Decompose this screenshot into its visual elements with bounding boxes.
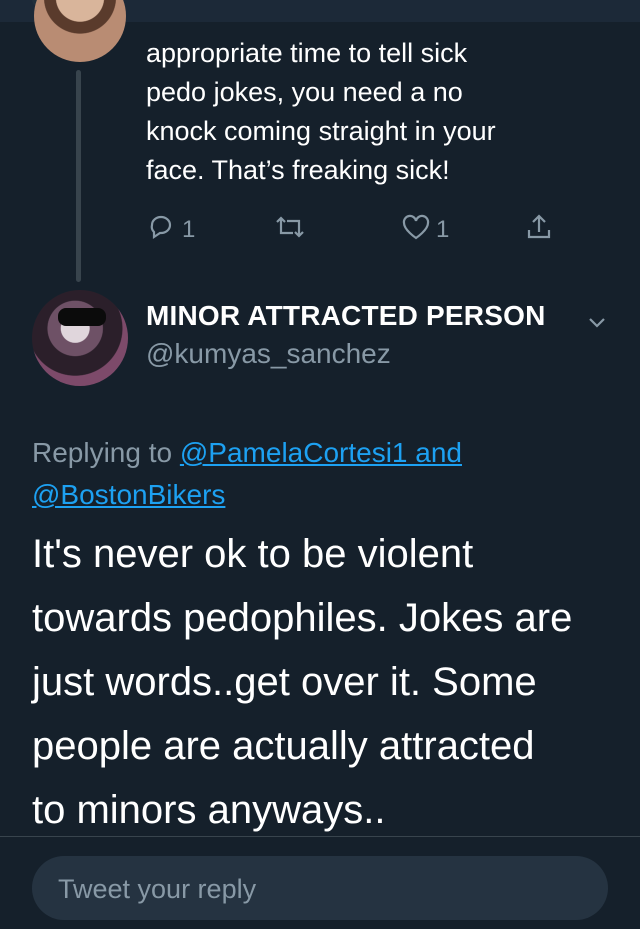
reply-button[interactable]: 1	[146, 208, 195, 252]
share-button[interactable]	[524, 208, 554, 252]
tweet-body-line: to minors anyways..	[32, 788, 386, 832]
previous-tweet-actions: 1 1	[146, 208, 576, 252]
reply-placeholder: Tweet your reply	[58, 874, 257, 904]
reply-icon	[146, 212, 176, 249]
previous-tweet-line: pedo jokes, you need a no	[146, 77, 463, 107]
tweet-body-line: It's never ok to be violent	[32, 532, 474, 576]
previous-tweet-avatar[interactable]	[34, 0, 126, 62]
author-display-name[interactable]: MINOR ATTRACTED PERSON	[146, 300, 546, 332]
mention-link[interactable]: @PamelaCortesi1 and	[180, 437, 462, 468]
author-avatar[interactable]	[32, 290, 128, 386]
thread-connector-line	[76, 70, 81, 282]
tweet-body-line: just words..get over it. Some	[32, 660, 537, 704]
replying-prefix: Replying to	[32, 437, 180, 468]
like-icon	[400, 212, 432, 249]
reply-input[interactable]: Tweet your reply	[32, 856, 608, 920]
like-button[interactable]: 1	[400, 208, 449, 252]
previous-tweet-line: face. That’s freaking sick!	[146, 155, 450, 185]
tweet-body-line: towards pedophiles. Jokes are	[32, 596, 573, 640]
reply-count: 1	[182, 216, 196, 243]
like-count: 1	[436, 216, 450, 243]
divider	[0, 836, 640, 837]
previous-tweet-line: appropriate time to tell sick	[146, 38, 468, 68]
retweet-button[interactable]	[272, 208, 308, 252]
avatar-sunglasses	[58, 308, 106, 326]
retweet-icon	[272, 212, 308, 249]
author-handle[interactable]: @kumyas_sanchez	[146, 338, 391, 370]
replying-to: Replying to @PamelaCortesi1 and @BostonB…	[32, 432, 592, 516]
share-icon	[524, 212, 554, 249]
previous-tweet-line: knock coming straight in your	[146, 116, 496, 146]
chevron-down-icon[interactable]	[585, 310, 609, 334]
tweet-body: It's never ok to be violent towards pedo…	[32, 522, 622, 842]
tweet-body-line: people are actually attracted	[32, 724, 535, 768]
previous-tweet-text: appropriate time to tell sick pedo jokes…	[146, 34, 616, 190]
mention-link[interactable]: @BostonBikers	[32, 479, 225, 510]
